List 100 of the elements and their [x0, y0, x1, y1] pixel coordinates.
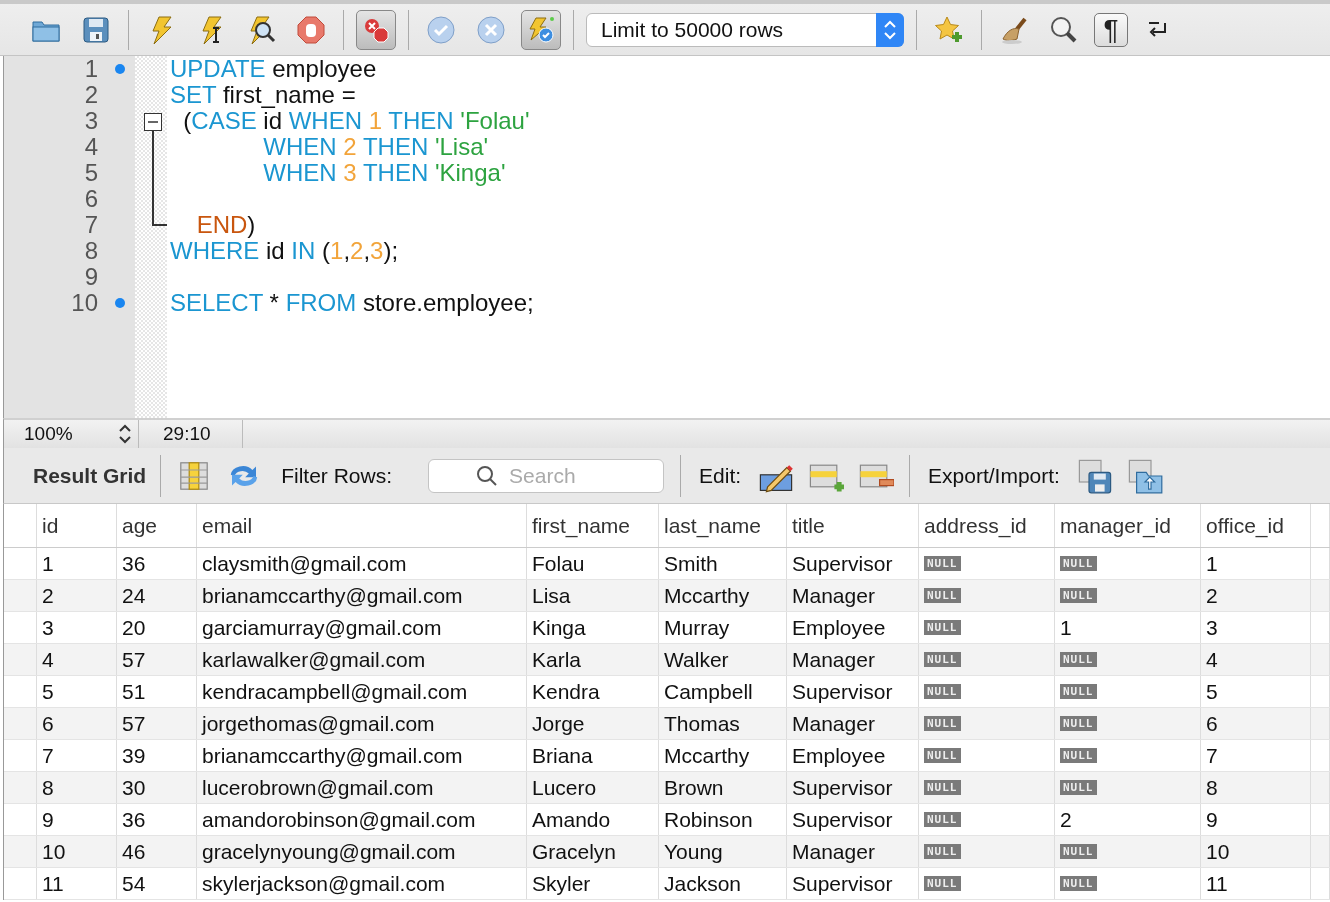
table-cell: 9 — [42, 807, 54, 832]
table-cell: Campbell — [664, 679, 753, 704]
null-badge: NULL — [1060, 588, 1097, 603]
line-number: 3 — [84, 108, 98, 134]
null-badge: NULL — [924, 556, 961, 571]
table-cell: Employee — [792, 743, 886, 768]
table-cell: Manager — [792, 647, 875, 672]
table-cell: 7 — [1206, 743, 1218, 768]
table-cell: 36 — [122, 551, 146, 576]
column-header[interactable]: title — [792, 513, 825, 538]
stepper-icon[interactable] — [118, 422, 132, 446]
null-badge: NULL — [924, 748, 961, 763]
table-cell: 1 — [1206, 551, 1218, 576]
code-line: WHEN 2 THEN 'Lisa' — [262, 134, 489, 160]
line-number: 9 — [84, 264, 98, 290]
edit-label: Edit: — [699, 463, 742, 488]
column-header[interactable]: email — [202, 513, 253, 538]
null-badge: NULL — [1060, 876, 1097, 891]
table-cell: 3 — [42, 615, 54, 640]
column-header[interactable]: manager_id — [1060, 513, 1171, 538]
table-cell: karlawalker@gmail.com — [202, 647, 426, 672]
table-cell: Jackson — [664, 871, 742, 896]
table-cell: 7 — [42, 743, 54, 768]
table-cell: garciamurray@gmail.com — [202, 615, 442, 640]
table-cell: Gracelyn — [532, 839, 617, 864]
code-line: UPDATE employee — [170, 56, 377, 82]
null-badge: NULL — [1060, 652, 1097, 667]
code-line: WHEN 3 THEN 'Kinga' — [262, 160, 506, 186]
table-cell: Folau — [532, 551, 585, 576]
table-cell: Manager — [792, 583, 875, 608]
table-cell: Mccarthy — [664, 583, 750, 608]
table-cell: 8 — [1206, 775, 1218, 800]
null-badge: NULL — [1060, 748, 1097, 763]
fold-end-line — [152, 212, 167, 226]
null-badge: NULL — [924, 716, 961, 731]
table-cell: lucerobrown@gmail.com — [202, 775, 434, 800]
table-cell: Walker — [664, 647, 729, 672]
table-cell: 8 — [42, 775, 54, 800]
code-line: SELECT * FROM store.employee; — [170, 290, 534, 316]
column-header[interactable]: age — [122, 513, 158, 538]
table-cell: 11 — [42, 871, 64, 896]
table-cell: Karla — [532, 647, 582, 672]
cross-circle-icon — [476, 14, 506, 45]
table-cell: Mccarthy — [664, 743, 750, 768]
null-badge: NULL — [924, 684, 961, 699]
table-cell: 2 — [42, 583, 54, 608]
line-number: 6 — [84, 186, 98, 212]
search-field[interactable]: Search — [428, 458, 665, 493]
null-badge: NULL — [1060, 716, 1097, 731]
table-cell: Supervisor — [792, 679, 893, 704]
line-number: 8 — [84, 238, 98, 264]
table-cell: Robinson — [664, 807, 753, 832]
table-cell: 2 — [1060, 807, 1072, 832]
line-number: 5 — [84, 160, 98, 186]
stop-hand-icon — [296, 14, 326, 45]
table-cell: Supervisor — [792, 807, 893, 832]
table-cell: 11 — [1206, 871, 1228, 896]
table-cell: 10 — [42, 839, 66, 864]
table-cell: skylerjackson@gmail.com — [202, 871, 446, 896]
line-number: 7 — [84, 212, 98, 238]
table-cell: Manager — [792, 839, 875, 864]
table-cell: 5 — [1206, 679, 1218, 704]
column-header[interactable]: office_id — [1206, 513, 1284, 538]
column-header[interactable]: address_id — [924, 513, 1027, 538]
table-cell: 39 — [122, 743, 146, 768]
table-cell: 24 — [122, 583, 146, 608]
table-cell: Jorge — [532, 711, 585, 736]
null-badge: NULL — [924, 876, 961, 891]
table-cell: Amando — [532, 807, 611, 832]
table-cell: 2 — [1206, 583, 1218, 608]
table-cell: amandorobinson@gmail.com — [202, 807, 476, 832]
code-line: (CASE id WHEN 1 THEN 'Folau' — [182, 108, 530, 134]
table-cell: 10 — [1206, 839, 1230, 864]
code-line: SET first_name = — [170, 82, 356, 108]
table-cell: Briana — [532, 743, 593, 768]
lightning-check-icon — [526, 14, 556, 45]
line-number: 2 — [84, 82, 98, 108]
table-cell: 54 — [122, 871, 146, 896]
null-badge: NULL — [924, 844, 961, 859]
table-cell: 57 — [122, 647, 146, 672]
line-number: 4 — [84, 134, 98, 160]
table-cell: 9 — [1206, 807, 1218, 832]
table-cell: 20 — [122, 615, 146, 640]
table-cell: 57 — [122, 711, 146, 736]
column-header[interactable]: id — [42, 513, 59, 538]
table-cell: brianamccarthy@gmail.com — [202, 583, 463, 608]
row-limit-select[interactable]: Limit to 50000 rows — [586, 12, 904, 47]
table-cell: 6 — [1206, 711, 1218, 736]
toolbar-button[interactable]: ¶ — [1094, 12, 1128, 47]
table-cell: brianamccarthy@gmail.com — [202, 743, 463, 768]
table-cell: 51 — [122, 679, 146, 704]
code-line: END) — [195, 212, 256, 238]
table-cell: 4 — [42, 647, 54, 672]
null-badge: NULL — [1060, 780, 1097, 795]
table-cell: 4 — [1206, 647, 1218, 672]
column-header[interactable]: last_name — [664, 513, 761, 538]
null-badge: NULL — [1060, 844, 1097, 859]
table-cell: 46 — [122, 839, 146, 864]
column-header[interactable]: first_name — [532, 513, 631, 538]
search-icon — [476, 464, 499, 487]
